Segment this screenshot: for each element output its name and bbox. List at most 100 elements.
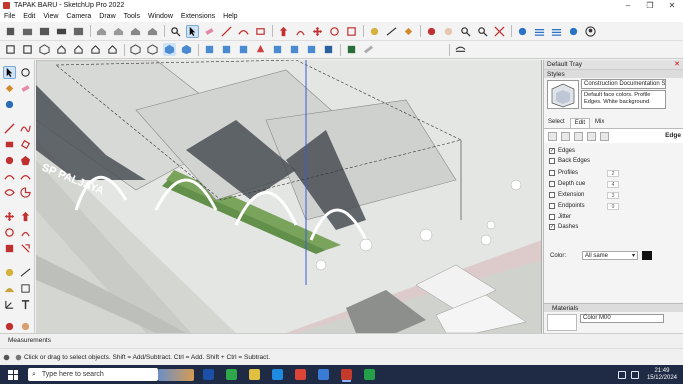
- save-icon[interactable]: [38, 25, 51, 38]
- rectangle-icon[interactable]: [3, 138, 16, 151]
- scale-tool-icon[interactable]: [345, 25, 358, 38]
- menu-tools[interactable]: Tools: [124, 13, 140, 20]
- axes-icon[interactable]: [3, 298, 16, 311]
- windows-start-icon[interactable]: [8, 369, 18, 380]
- pan-icon[interactable]: [442, 25, 455, 38]
- volume-icon[interactable]: [630, 370, 639, 379]
- xray-icon[interactable]: [129, 43, 142, 56]
- paint-icon[interactable]: [254, 43, 267, 56]
- option-back-edges[interactable]: Back Edges: [549, 157, 669, 165]
- modeling-settings-icon[interactable]: [600, 131, 609, 141]
- back-edges-icon[interactable]: [146, 43, 159, 56]
- close-button[interactable]: ✕: [661, 0, 683, 11]
- shadow-icon[interactable]: [533, 25, 546, 38]
- iso-view-icon[interactable]: [38, 43, 51, 56]
- position-camera-icon[interactable]: [19, 320, 32, 333]
- option-dashes[interactable]: ✓ Dashes: [549, 223, 669, 231]
- polygon-icon[interactable]: [19, 154, 32, 167]
- shaded-icon[interactable]: [180, 43, 193, 56]
- tape-measure-icon[interactable]: [368, 25, 381, 38]
- jitter-checkbox[interactable]: [549, 214, 555, 220]
- paint-bucket-tool-icon[interactable]: [3, 82, 16, 95]
- sandbox-icon[interactable]: [567, 25, 580, 38]
- menu-camera[interactable]: Camera: [66, 13, 91, 20]
- endpoints-checkbox[interactable]: [549, 203, 555, 209]
- file-explorer-taskbar-icon[interactable]: [249, 369, 260, 380]
- network-icon[interactable]: [617, 370, 626, 379]
- print-icon[interactable]: [55, 25, 68, 38]
- offset-icon[interactable]: [294, 25, 307, 38]
- style-description-field[interactable]: Default face colors. Profile Edges. Whit…: [581, 90, 666, 109]
- tab-select[interactable]: Select: [544, 118, 569, 128]
- back-view-icon[interactable]: [106, 43, 119, 56]
- group-icon[interactable]: [21, 43, 34, 56]
- follow-me-icon[interactable]: [19, 226, 32, 239]
- search-icon[interactable]: [169, 25, 182, 38]
- rectangle-tool-icon[interactable]: [254, 25, 267, 38]
- model-scene[interactable]: SP PALJAYA: [36, 60, 542, 333]
- back-edges-checkbox[interactable]: [549, 158, 555, 164]
- menu-window[interactable]: Window: [148, 13, 173, 20]
- three-point-arc-icon[interactable]: [3, 186, 16, 199]
- components-icon[interactable]: [112, 25, 125, 38]
- zoom-icon[interactable]: [459, 25, 472, 38]
- materials-panel-header[interactable]: Materials: [544, 303, 683, 312]
- walk-icon[interactable]: [3, 320, 16, 333]
- extension-value[interactable]: 3: [607, 192, 619, 199]
- user-account-icon[interactable]: [584, 25, 597, 38]
- help-icon[interactable]: [15, 354, 22, 361]
- select-tool-icon[interactable]: [186, 24, 199, 38]
- menu-extensions[interactable]: Extensions: [181, 13, 215, 20]
- protractor-icon[interactable]: [3, 282, 16, 295]
- pencil-icon[interactable]: [3, 122, 16, 135]
- option-edges[interactable]: ✓ Edges: [549, 147, 669, 155]
- top-view-icon[interactable]: [55, 43, 68, 56]
- info-icon[interactable]: [3, 354, 10, 361]
- weather-widget[interactable]: [158, 368, 194, 381]
- edge-settings-icon[interactable]: [548, 131, 557, 141]
- dashes-checkbox[interactable]: ✓: [549, 224, 555, 230]
- profiles-checkbox[interactable]: [549, 170, 555, 176]
- wireframe-icon[interactable]: [163, 43, 176, 56]
- rotate-icon[interactable]: [3, 226, 16, 239]
- color-mode-select[interactable]: All same ▾: [582, 251, 638, 260]
- two-point-arc-icon[interactable]: [19, 170, 32, 183]
- lasso-icon[interactable]: [19, 66, 32, 79]
- eraser-icon[interactable]: [203, 25, 216, 38]
- model-viewport[interactable]: SP PALJAYA: [36, 60, 542, 333]
- paint-bucket-icon[interactable]: [402, 25, 415, 38]
- face-settings-icon[interactable]: [561, 131, 570, 141]
- styles-icon[interactable]: [305, 43, 318, 56]
- maximize-button[interactable]: ❐: [639, 0, 661, 11]
- arc-icon[interactable]: [3, 170, 16, 183]
- chat-icon[interactable]: [362, 43, 375, 56]
- textures-icon[interactable]: [271, 43, 284, 56]
- geo-location-icon[interactable]: [516, 25, 529, 38]
- offset-tool-icon[interactable]: [19, 242, 32, 255]
- taskbar-search-box[interactable]: ⌕ Type here to search: [28, 368, 158, 381]
- edge-taskbar-icon[interactable]: [272, 369, 283, 380]
- circle-icon[interactable]: [3, 154, 16, 167]
- dimension-icon[interactable]: [385, 25, 398, 38]
- styles-panel-header[interactable]: Styles: [544, 69, 683, 78]
- chrome-taskbar-icon[interactable]: [295, 369, 306, 380]
- menu-edit[interactable]: Edit: [23, 13, 35, 20]
- tab-mix[interactable]: Mix: [591, 118, 608, 128]
- calendar-taskbar-icon[interactable]: [226, 369, 237, 380]
- share-model-icon[interactable]: [146, 25, 159, 38]
- push-pull-icon[interactable]: [277, 25, 290, 38]
- dimension-tool-icon[interactable]: [19, 266, 32, 279]
- menu-help[interactable]: Help: [223, 13, 237, 20]
- section-plane-icon[interactable]: [203, 43, 216, 56]
- material-name-field[interactable]: Color M00: [580, 314, 664, 323]
- extension-icon[interactable]: [454, 43, 467, 56]
- arc-tool-icon[interactable]: [237, 25, 250, 38]
- select-arrow-icon[interactable]: [3, 66, 16, 79]
- photoshop-taskbar-icon[interactable]: [203, 369, 214, 380]
- component-icon[interactable]: [4, 43, 17, 56]
- minimize-button[interactable]: –: [617, 0, 639, 11]
- clock[interactable]: 21:49 15/12/2024: [647, 368, 677, 382]
- menu-draw[interactable]: Draw: [99, 13, 115, 20]
- menu-view[interactable]: View: [43, 13, 58, 20]
- fog-icon[interactable]: [550, 25, 563, 38]
